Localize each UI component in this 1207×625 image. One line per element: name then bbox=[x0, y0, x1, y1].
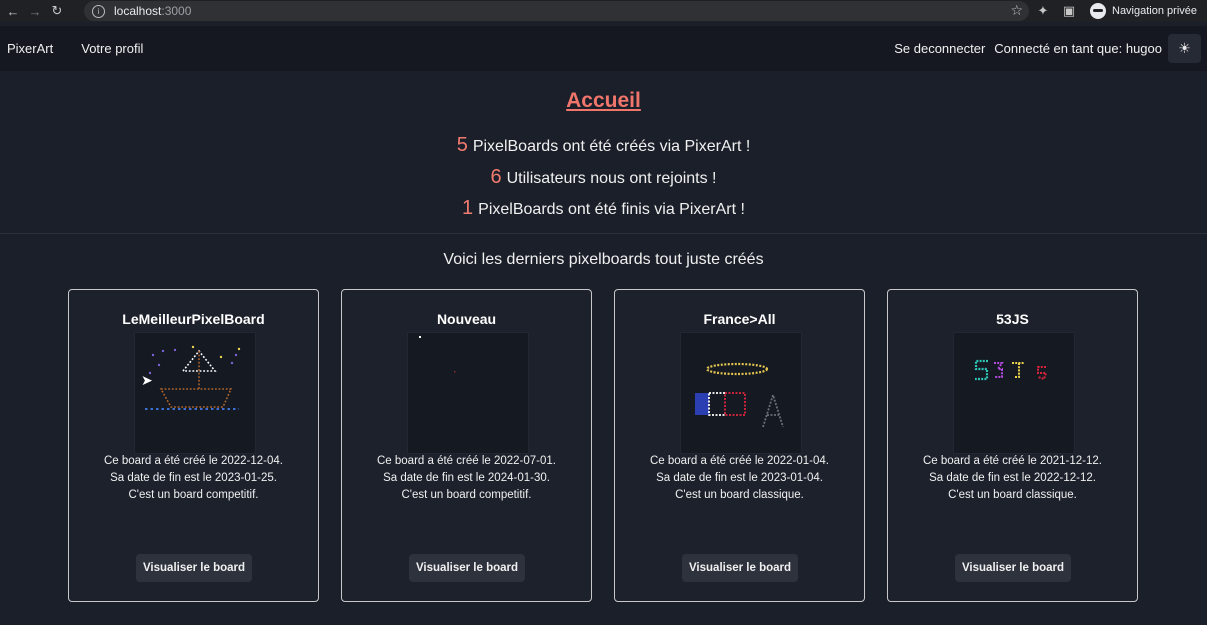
incognito-profile-button[interactable]: Navigation privée bbox=[1088, 1, 1207, 21]
forward-arrow-icon[interactable]: → bbox=[26, 2, 44, 20]
board-preview bbox=[953, 332, 1075, 454]
board-info: Ce board a été créé le 2021-12-12. Sa da… bbox=[922, 455, 1102, 501]
connected-user-label: Connecté en tant que: hugoo bbox=[994, 41, 1162, 56]
latest-boards-heading: Voici les derniers pixelboards tout just… bbox=[443, 251, 764, 268]
page-title: Accueil bbox=[566, 89, 641, 112]
browser-toolbar: ← → ↻ i localhost:3000 ☆ ✦ ▣ Navigation … bbox=[0, 0, 1207, 22]
back-arrow-icon[interactable]: ← bbox=[4, 2, 22, 20]
view-board-button[interactable]: Visualiser le board bbox=[955, 554, 1071, 582]
incognito-label: Navigation privée bbox=[1112, 5, 1197, 17]
stat-boards-finished: 1 PixelBoards ont été finis via PixerArt … bbox=[462, 197, 745, 219]
profile-link[interactable]: Votre profil bbox=[81, 41, 143, 56]
address-bar[interactable]: i localhost:3000 ☆ bbox=[84, 1, 1029, 21]
board-preview bbox=[134, 332, 256, 454]
divider bbox=[0, 233, 1207, 234]
board-name: Nouveau bbox=[436, 311, 497, 327]
logout-link[interactable]: Se deconnecter bbox=[894, 41, 985, 56]
url-text: localhost:3000 bbox=[114, 4, 192, 18]
board-info: Ce board a été créé le 2022-01-04. Sa da… bbox=[649, 455, 829, 501]
board-preview bbox=[680, 332, 802, 454]
app-navbar: PixerArt Votre profil Se deconnecter Con… bbox=[0, 26, 1207, 71]
incognito-icon bbox=[1090, 3, 1106, 19]
stat-boards-created: 5 PixelBoards ont été créés via PixerArt … bbox=[456, 134, 751, 156]
board-info: Ce board a été créé le 2022-07-01. Sa da… bbox=[376, 455, 556, 501]
board-preview bbox=[407, 332, 529, 454]
board-card: France>All Ce board a été créé le 2022-0… bbox=[614, 289, 865, 602]
board-name: 53JS bbox=[996, 311, 1029, 327]
extensions-puzzle-icon[interactable]: ✦ bbox=[1036, 4, 1050, 18]
board-info: Ce board a été créé le 2022-12-04. Sa da… bbox=[103, 455, 283, 501]
bookmark-star-icon[interactable]: ☆ bbox=[1010, 2, 1023, 19]
mouse-cursor-icon: ➤ bbox=[141, 372, 153, 388]
view-board-button[interactable]: Visualiser le board bbox=[136, 554, 252, 582]
brand-link[interactable]: PixerArt bbox=[7, 41, 53, 56]
board-card: 53JS Ce board a été créé le 2021-12-12. … bbox=[887, 289, 1138, 602]
board-card: Nouveau Ce board a été créé le 2022-07-0… bbox=[341, 289, 592, 602]
view-board-button[interactable]: Visualiser le board bbox=[409, 554, 525, 582]
board-name: France>All bbox=[703, 311, 776, 327]
reload-icon[interactable]: ↻ bbox=[48, 2, 66, 20]
site-info-icon[interactable]: i bbox=[92, 4, 105, 18]
view-board-button[interactable]: Visualiser le board bbox=[682, 554, 798, 582]
sun-icon: ☀ bbox=[1178, 40, 1191, 56]
theme-toggle-button[interactable]: ☀ bbox=[1168, 34, 1201, 63]
board-cards: LeMeilleurPixelBoard ➤ Ce board a été cr… bbox=[68, 289, 1148, 602]
board-card: LeMeilleurPixelBoard ➤ Ce board a été cr… bbox=[68, 289, 319, 602]
stat-users: 6 Utilisateurs nous ont rejoints ! bbox=[490, 166, 717, 188]
side-panel-icon[interactable]: ▣ bbox=[1062, 4, 1076, 18]
board-name: LeMeilleurPixelBoard bbox=[122, 311, 265, 327]
